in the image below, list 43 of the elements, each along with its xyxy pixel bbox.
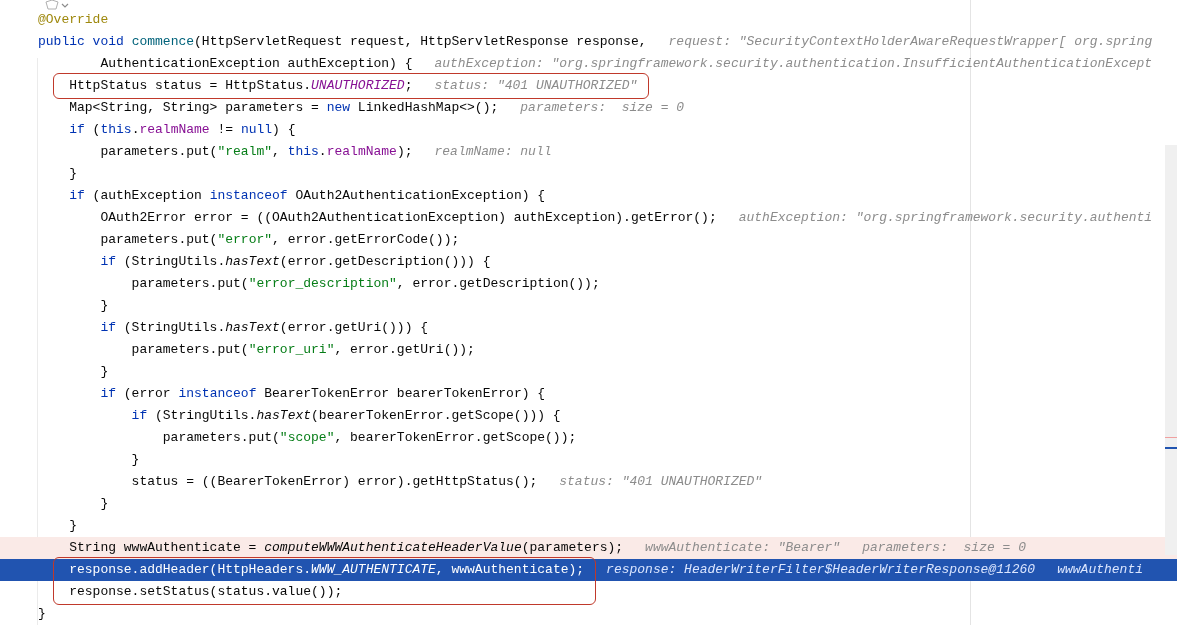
code-line: if (StringUtils.hasText(bearerTokenError.getScope())) { xyxy=(131,407,561,426)
code-line: parameters.put("error", error.getErrorCode()); xyxy=(100,231,460,250)
code-line: AuthenticationException authException) { xyxy=(100,55,413,74)
inline-value-hint: wwwAuthenti xyxy=(1057,561,1143,580)
code-line: @Override xyxy=(38,11,109,30)
code-line: parameters.put("error_description", error.getDescription()); xyxy=(131,275,600,294)
code-line: Map<String, String> parameters = new LinkedHashMap<>(); xyxy=(69,99,499,118)
reader-mode-icon[interactable] xyxy=(44,0,70,12)
inline-value-hint: status: "401 UNAUTHORIZED" xyxy=(559,473,763,492)
code-line: } xyxy=(100,297,109,316)
code-line: HttpStatus status = HttpStatus.UNAUTHORIZED; xyxy=(69,77,413,96)
code-line: if (StringUtils.hasText(error.getDescription())) { xyxy=(100,253,491,272)
inline-value-hint: parameters: size = 0 xyxy=(862,539,1026,558)
code-line: if (this.realmName != null) { xyxy=(69,121,296,140)
code-line: String wwwAuthenticate = computeWWWAuthenticateHeaderValue(parameters); xyxy=(69,539,624,558)
inline-value-hint: authException: "org.springframework.security.authenti xyxy=(738,209,1153,228)
code-line: } xyxy=(100,363,109,382)
code-line: } xyxy=(38,605,46,624)
inline-value-hint: response: HeaderWriterFilter$HeaderWriterResponse@11260 xyxy=(606,561,1036,580)
error-stripe-mark xyxy=(1165,447,1177,449)
code-line: OAuth2Error error = ((OAuth2AuthenticationException) authException).getError(); xyxy=(100,209,717,228)
code-line: } xyxy=(69,517,77,536)
code-line: status = ((BearerTokenError) error).getHttpStatus(); xyxy=(131,473,538,492)
code-line: parameters.put("error_uri", error.getUri()); xyxy=(131,341,475,360)
code-line: public void commence(HttpServletRequest request, HttpServletResponse response, xyxy=(38,33,647,52)
code-line: response.addHeader(HttpHeaders.WWW_AUTHENTICATE, wwwAuthenticate); xyxy=(69,561,585,580)
inline-value-hint: status: "401 UNAUTHORIZED" xyxy=(434,77,638,96)
scrollbar[interactable] xyxy=(1165,145,1177,555)
code-line: if (authException instanceof OAuth2AuthenticationException) { xyxy=(69,187,546,206)
code-line: parameters.put("scope", bearerTokenError.getScope()); xyxy=(162,429,577,448)
code-line: if (StringUtils.hasText(error.getUri())) { xyxy=(100,319,429,338)
code-line: parameters.put("realm", this.realmName); xyxy=(100,143,413,162)
code-line: } xyxy=(100,495,109,514)
code-line: } xyxy=(69,165,77,184)
code-line: response.setStatus(status.value()); xyxy=(69,583,343,602)
error-stripe-mark xyxy=(1165,437,1177,438)
inline-value-hint: authException: "org.springframework.security.authentication.InsufficientAuthenticationExcept xyxy=(434,55,1153,74)
code-line: if (error instanceof BearerTokenError bearerTokenError) { xyxy=(100,385,546,404)
inline-value-hint: wwwAuthenticate: "Bearer" xyxy=(645,539,841,558)
inline-value-hint: request: "SecurityContextHolderAwareRequestWrapper[ org.spring xyxy=(668,33,1153,52)
inline-value-hint: realmName: null xyxy=(434,143,552,162)
code-line: } xyxy=(131,451,140,470)
inline-value-hint: parameters: size = 0 xyxy=(520,99,685,118)
